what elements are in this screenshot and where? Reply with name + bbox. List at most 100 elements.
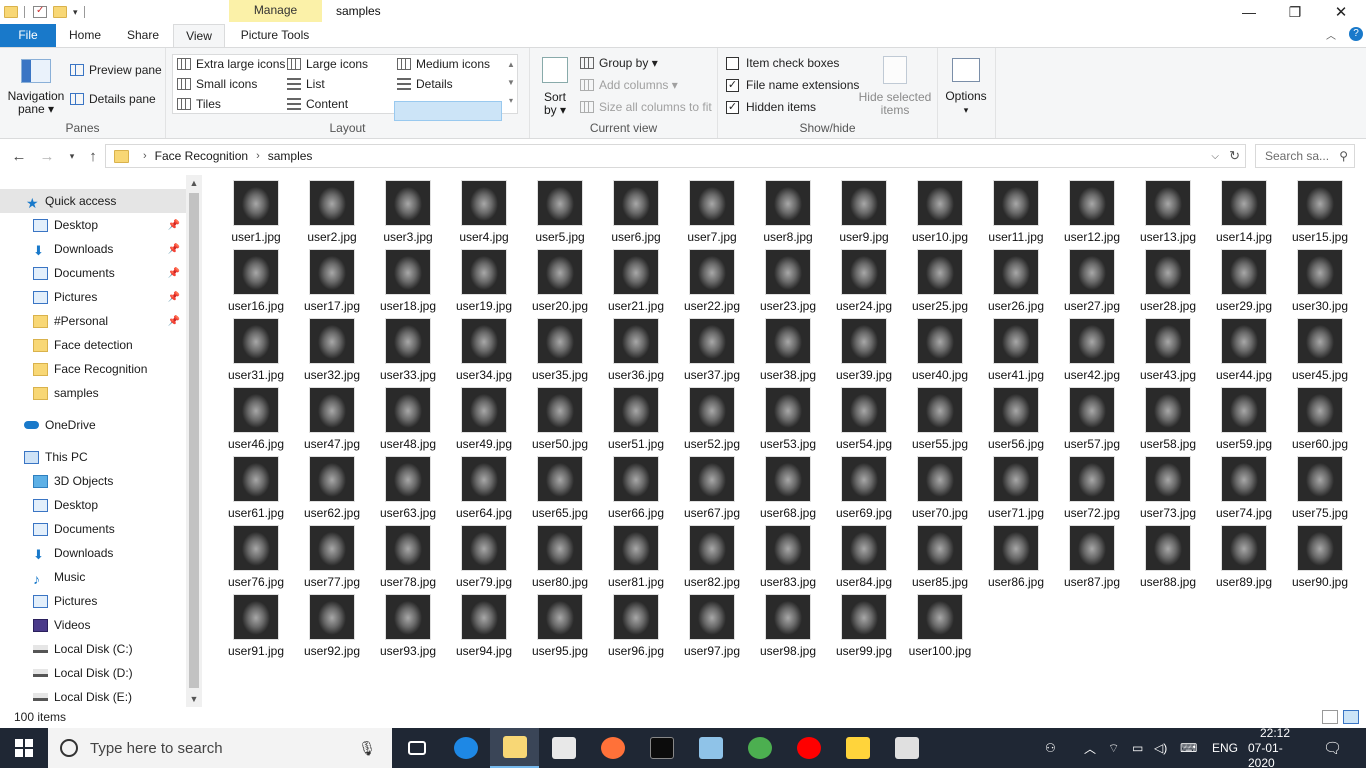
- sort-by-button[interactable]: Sort by ▾: [536, 91, 574, 117]
- back-button[interactable]: ←: [9, 146, 29, 166]
- breadcrumb-samples[interactable]: samples: [268, 149, 313, 163]
- file-item[interactable]: user98.jpg: [750, 589, 826, 658]
- file-item[interactable]: user13.jpg: [1130, 175, 1206, 244]
- new-folder-icon[interactable]: [53, 6, 67, 18]
- taskbar-app-notepad[interactable]: [686, 728, 735, 768]
- search-box[interactable]: Search sa... ⚲: [1255, 144, 1355, 168]
- file-item[interactable]: user12.jpg: [1054, 175, 1130, 244]
- folder-icon[interactable]: [4, 6, 18, 18]
- search-input[interactable]: Search sa...: [1265, 149, 1329, 163]
- file-item[interactable]: user44.jpg: [1206, 313, 1282, 382]
- file-item[interactable]: user63.jpg: [370, 451, 446, 520]
- sidebar-item-quick-access[interactable]: ★ Quick access: [0, 189, 186, 213]
- layout-tiles[interactable]: Tiles: [177, 97, 221, 111]
- taskbar-search-input[interactable]: Type here to search: [90, 740, 223, 757]
- layout-gallery-scroll[interactable]: ▲ ▼ ▾: [506, 56, 516, 110]
- microphone-icon[interactable]: 🎙: [358, 740, 376, 757]
- file-item[interactable]: user59.jpg: [1206, 382, 1282, 451]
- file-item[interactable]: user56.jpg: [978, 382, 1054, 451]
- file-item[interactable]: user50.jpg: [522, 382, 598, 451]
- show-hidden-icons[interactable]: ︿: [1084, 728, 1096, 768]
- file-name-extensions-toggle[interactable]: ✓ File name extensions: [726, 78, 859, 92]
- file-item[interactable]: user3.jpg: [370, 175, 446, 244]
- file-item[interactable]: user35.jpg: [522, 313, 598, 382]
- sidebar-item-onedrive[interactable]: OneDrive: [0, 413, 186, 437]
- people-icon[interactable]: ⚇: [1045, 728, 1056, 768]
- sidebar-item-face-detection[interactable]: Face detection: [0, 333, 186, 357]
- file-item[interactable]: user67.jpg: [674, 451, 750, 520]
- file-item[interactable]: user52.jpg: [674, 382, 750, 451]
- file-item[interactable]: user57.jpg: [1054, 382, 1130, 451]
- file-item[interactable]: user80.jpg: [522, 520, 598, 589]
- maximize-button[interactable]: ❐: [1272, 0, 1318, 24]
- file-item[interactable]: user64.jpg: [446, 451, 522, 520]
- group-by-button[interactable]: Group by ▾: [580, 56, 658, 70]
- forward-button[interactable]: →: [37, 146, 57, 166]
- scrollbar-thumb[interactable]: [189, 193, 199, 688]
- clock[interactable]: 22:12 07-01-2020: [1248, 726, 1302, 770]
- battery-icon[interactable]: ▭: [1132, 728, 1143, 768]
- tab-picture-tools[interactable]: Picture Tools: [232, 24, 318, 47]
- file-item[interactable]: user24.jpg: [826, 244, 902, 313]
- layout-list[interactable]: List: [287, 77, 325, 91]
- sidebar-item-documents[interactable]: Documents 📌: [0, 261, 186, 285]
- file-item[interactable]: user87.jpg: [1054, 520, 1130, 589]
- file-item[interactable]: user65.jpg: [522, 451, 598, 520]
- file-item[interactable]: user81.jpg: [598, 520, 674, 589]
- taskbar-app-store[interactable]: [539, 728, 588, 768]
- file-item[interactable]: user55.jpg: [902, 382, 978, 451]
- layout-small-icons[interactable]: Small icons: [177, 77, 257, 91]
- tab-home[interactable]: Home: [60, 24, 110, 47]
- file-item[interactable]: user9.jpg: [826, 175, 902, 244]
- hidden-items-checkbox[interactable]: ✓: [726, 100, 739, 114]
- file-item[interactable]: user31.jpg: [218, 313, 294, 382]
- sidebar-item-pc-local-disk-e[interactable]: Local Disk (E:): [0, 685, 186, 707]
- file-item[interactable]: user19.jpg: [446, 244, 522, 313]
- sidebar-item-pictures[interactable]: Pictures 📌: [0, 285, 186, 309]
- manage-context-tab[interactable]: Manage: [229, 0, 322, 22]
- volume-icon[interactable]: ◁): [1154, 728, 1167, 768]
- file-item[interactable]: user85.jpg: [902, 520, 978, 589]
- file-item[interactable]: user54.jpg: [826, 382, 902, 451]
- file-item[interactable]: user76.jpg: [218, 520, 294, 589]
- file-item[interactable]: user71.jpg: [978, 451, 1054, 520]
- close-button[interactable]: ✕: [1318, 0, 1364, 24]
- file-item[interactable]: user90.jpg: [1282, 520, 1358, 589]
- file-item[interactable]: user66.jpg: [598, 451, 674, 520]
- file-item[interactable]: user78.jpg: [370, 520, 446, 589]
- sidebar-item-pc-documents[interactable]: Documents: [0, 517, 186, 541]
- file-item[interactable]: user23.jpg: [750, 244, 826, 313]
- file-item[interactable]: user62.jpg: [294, 451, 370, 520]
- file-item[interactable]: user100.jpg: [902, 589, 978, 658]
- file-item[interactable]: user34.jpg: [446, 313, 522, 382]
- taskbar-app-edge[interactable]: [441, 728, 490, 768]
- language-indicator[interactable]: ENG: [1212, 728, 1238, 768]
- tab-view[interactable]: View: [173, 24, 225, 47]
- file-item[interactable]: user40.jpg: [902, 313, 978, 382]
- file-item[interactable]: user25.jpg: [902, 244, 978, 313]
- scroll-up-arrow[interactable]: ▲: [186, 175, 202, 191]
- sidebar-item-downloads[interactable]: ⬇ Downloads 📌: [0, 237, 186, 261]
- file-item[interactable]: user92.jpg: [294, 589, 370, 658]
- taskbar-search[interactable]: Type here to search 🎙: [48, 728, 392, 768]
- file-item[interactable]: user82.jpg: [674, 520, 750, 589]
- sidebar-item-personal[interactable]: #Personal 📌: [0, 309, 186, 333]
- file-item[interactable]: user28.jpg: [1130, 244, 1206, 313]
- network-icon[interactable]: ⌔: [1108, 728, 1119, 768]
- file-item[interactable]: user45.jpg: [1282, 313, 1358, 382]
- file-item[interactable]: user72.jpg: [1054, 451, 1130, 520]
- hidden-items-toggle[interactable]: ✓ Hidden items: [726, 100, 816, 114]
- file-item[interactable]: user10.jpg: [902, 175, 978, 244]
- sidebar-item-pc-music[interactable]: ♪ Music: [0, 565, 186, 589]
- file-item[interactable]: user38.jpg: [750, 313, 826, 382]
- file-item[interactable]: user84.jpg: [826, 520, 902, 589]
- address-bar[interactable]: › Face Recognition › samples ⌵ ↻: [105, 144, 1246, 168]
- taskbar-app-terminal[interactable]: [637, 728, 686, 768]
- options-button[interactable]: Options ▾: [940, 90, 992, 117]
- file-item[interactable]: user18.jpg: [370, 244, 446, 313]
- help-icon[interactable]: ?: [1349, 27, 1363, 41]
- sidebar-item-pc-3d-objects[interactable]: 3D Objects: [0, 469, 186, 493]
- file-item[interactable]: user46.jpg: [218, 382, 294, 451]
- navigation-pane-button[interactable]: Navigation pane ▾: [4, 90, 68, 116]
- file-item[interactable]: user83.jpg: [750, 520, 826, 589]
